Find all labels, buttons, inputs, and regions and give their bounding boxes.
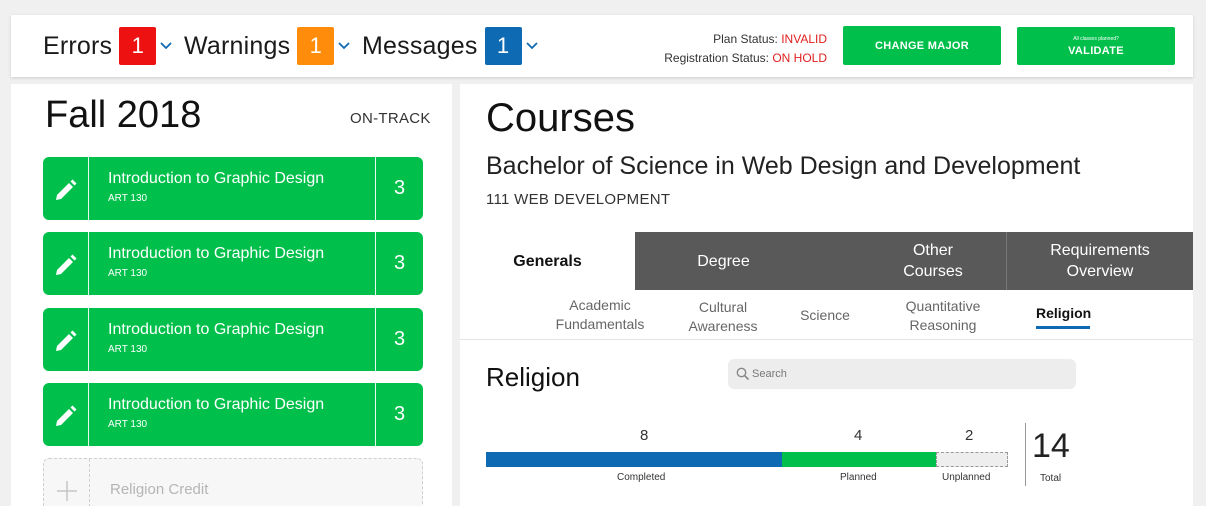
tab-label: Generals [513,252,582,270]
subtab-science[interactable]: Science [795,306,855,325]
registration-status-value: ON HOLD [772,51,827,65]
edit-course-button[interactable] [43,232,89,295]
warnings-count-badge: 1 [297,27,335,65]
tab-requirements-overview[interactable]: Requirements Overview [1006,232,1193,290]
planned-label: Planned [840,472,877,483]
messages-label: Messages [362,31,478,60]
completed-bar [486,452,782,467]
courses-panel: Courses Bachelor of Science in Web Desig… [460,84,1193,506]
course-card[interactable]: Introduction to Graphic Design ART 130 3 [43,383,423,446]
pencil-icon [55,405,76,426]
errors-count-badge: 1 [119,27,157,65]
change-major-button[interactable]: CHANGE MAJOR [843,26,1001,65]
course-name: Introduction to Graphic Design [108,396,325,413]
course-card[interactable]: Introduction to Graphic Design ART 130 3 [43,157,423,220]
unplanned-count: 2 [965,427,974,444]
messages-group[interactable]: Messages 1 [362,27,539,65]
completed-count: 8 [640,427,649,444]
subtab-label: Science [800,307,850,323]
pencil-icon [55,330,76,351]
unplanned-bar [936,452,1008,467]
tab-label: Requirements Overview [1050,242,1150,280]
edit-course-button[interactable] [43,383,89,446]
subtab-academic-fundamentals[interactable]: Academic Fundamentals [548,296,652,334]
course-code: ART 130 [108,344,148,355]
religion-credit-placeholder[interactable]: Religion Credit [43,458,423,506]
top-status-bar: Errors 1 Warnings 1 Messages 1 Plan Stat… [11,15,1193,77]
course-code: ART 130 [108,268,148,279]
course-credits: 3 [375,383,423,446]
subtab-religion[interactable]: Religion [1036,304,1092,329]
plan-status-value: INVALID [781,32,827,46]
major-title: 111 WEB DEVELOPMENT [486,191,671,208]
course-credits: 3 [375,232,423,295]
search-icon [736,367,750,381]
degree-title: Bachelor of Science in Web Design and De… [486,152,1081,180]
add-course-button[interactable] [44,459,90,506]
total-label: Total [1040,473,1062,484]
tab-label: Degree [697,252,750,270]
course-credits: 3 [375,157,423,220]
course-name: Introduction to Graphic Design [108,245,325,262]
tab-degree[interactable]: Degree [635,232,812,290]
tab-generals[interactable]: Generals [460,232,635,290]
validate-label: VALIDATE [1068,44,1124,57]
course-code: ART 130 [108,419,148,430]
search-box[interactable] [728,359,1076,389]
errors-label: Errors [43,31,113,60]
total-divider [1025,423,1026,486]
course-code: ART 130 [108,193,148,204]
edit-course-button[interactable] [43,308,89,371]
validate-button[interactable]: All classes planned? VALIDATE [1017,27,1175,65]
search-input[interactable] [752,359,1062,389]
unplanned-label: Unplanned [942,472,991,483]
messages-count-badge: 1 [484,27,522,65]
courses-title: Courses [486,96,635,140]
subtab-cultural-awareness[interactable]: Cultural Awareness [679,298,767,336]
subtab-label: Quantitative Reasoning [905,298,981,333]
plan-registration-status: Plan Status: INVALID Registration Status… [664,30,827,68]
subtab-quantitative-reasoning[interactable]: Quantitative Reasoning [895,297,991,335]
subtab-label: Academic Fundamentals [555,297,645,332]
registration-status-label: Registration Status: [664,51,769,65]
semester-status: ON-TRACK [350,110,431,127]
subtab-label: Cultural Awareness [688,299,758,334]
validate-note: All classes planned? [1073,35,1119,42]
placeholder-label: Religion Credit [110,481,209,498]
course-name: Introduction to Graphic Design [108,170,325,187]
tab-label: Other Courses [903,242,963,280]
pencil-icon [55,254,76,275]
planned-bar [782,452,936,467]
plus-icon [56,480,77,501]
chevron-down-icon[interactable] [159,39,173,53]
section-title: Religion [486,362,580,392]
edit-course-button[interactable] [43,157,89,220]
total-count: 14 [1032,427,1070,465]
pencil-icon [55,179,76,200]
change-major-label: CHANGE MAJOR [874,39,970,52]
plan-status-label: Plan Status: [713,32,778,46]
chevron-down-icon[interactable] [337,39,351,53]
course-tabs: Generals Degree Other Courses Requiremen… [460,232,1193,290]
semester-title: Fall 2018 [45,94,202,136]
course-card[interactable]: Introduction to Graphic Design ART 130 3 [43,308,423,371]
course-card[interactable]: Introduction to Graphic Design ART 130 3 [43,232,423,295]
course-credits: 3 [375,308,423,371]
subtab-label: Religion [1036,305,1092,321]
warnings-label: Warnings [184,31,291,60]
warnings-group[interactable]: Warnings 1 [184,27,351,65]
course-name: Introduction to Graphic Design [108,321,325,338]
errors-group[interactable]: Errors 1 [43,27,173,65]
tab-other-courses[interactable]: Other Courses [812,232,1006,290]
sub-tabs: Academic Fundamentals Cultural Awareness… [460,290,1193,340]
planned-count: 4 [854,427,863,444]
chevron-down-icon[interactable] [525,39,539,53]
semester-panel: Fall 2018 ON-TRACK Introduction to Graph… [11,84,452,506]
completed-label: Completed [617,472,666,483]
